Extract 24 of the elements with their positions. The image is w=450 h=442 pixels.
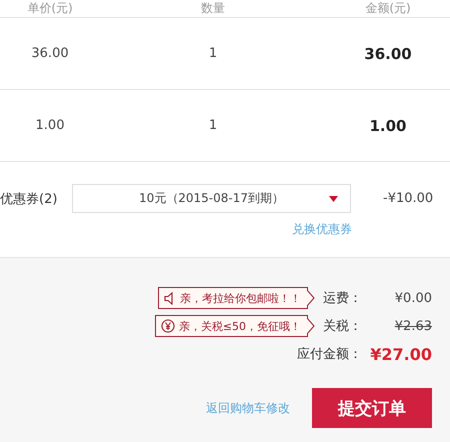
tip-text: 亲，考拉给你包邮啦！！: [180, 290, 301, 306]
table-cell-text: 36.00: [363, 44, 413, 62]
caret-icon: [329, 196, 338, 202]
column-header: 数量: [200, 1, 226, 15]
coupon-label: 优惠券(2): [0, 190, 58, 208]
coupon-dropdown[interactable]: 10元（2015-08-17到期）: [72, 184, 351, 213]
fee-value: ¥0.00: [394, 290, 432, 306]
column-header: 金额(元): [364, 1, 412, 15]
table-cell-text: 36.00: [30, 46, 70, 61]
table-cell-text: 1: [208, 118, 218, 133]
table-cell-text: 1.00: [34, 118, 66, 133]
submit-order-button[interactable]: 提交订单: [312, 388, 432, 428]
fee-label: 运费：: [323, 290, 362, 307]
total-label: 应付金额：: [297, 346, 362, 363]
discount-amount: -¥10.00: [383, 191, 434, 206]
tip-text: 亲，关税≤50，免征哦！: [178, 318, 301, 334]
total-amount: ¥27.00: [369, 344, 432, 364]
fee-value: ¥2.63: [394, 318, 432, 334]
column-header: 单价(元): [26, 1, 74, 15]
exchange-coupon-link[interactable]: 兑换优惠券: [292, 221, 352, 238]
fee-label: 关税：: [323, 318, 362, 335]
yen-coin-icon: [160, 319, 175, 333]
table-cell-text: 1.00: [368, 116, 408, 134]
table-cell-text: 1: [208, 46, 218, 61]
